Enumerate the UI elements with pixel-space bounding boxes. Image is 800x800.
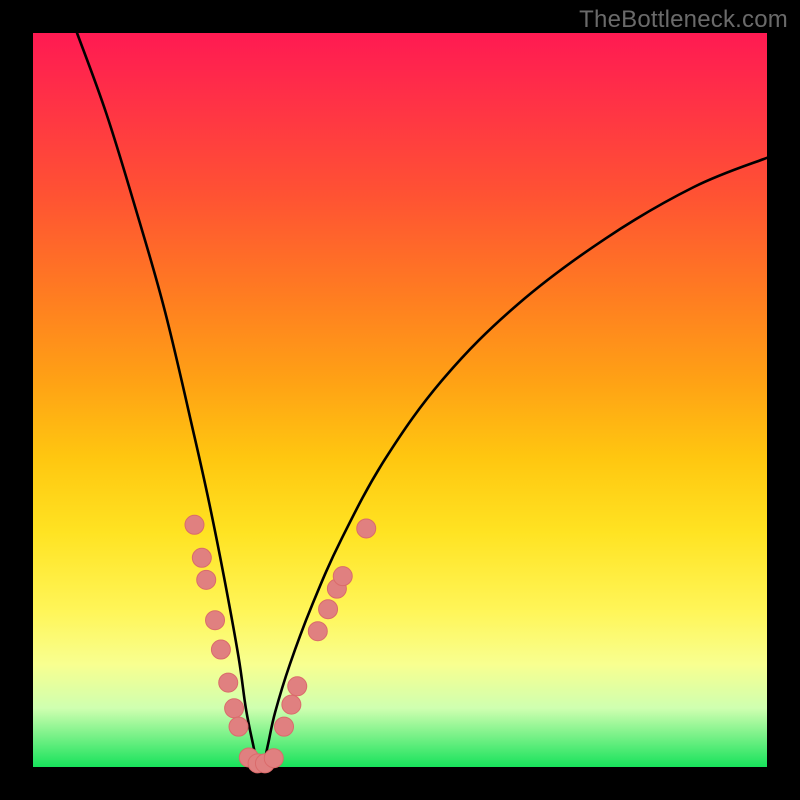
plot-area: [33, 33, 767, 767]
marker-dot: [225, 699, 244, 718]
marker-dot: [288, 677, 307, 696]
marker-dots: [185, 515, 376, 773]
marker-dot: [229, 717, 248, 736]
marker-dot: [197, 570, 216, 589]
marker-dot: [357, 519, 376, 538]
marker-dot: [308, 622, 327, 641]
attribution-text: TheBottleneck.com: [579, 6, 788, 34]
marker-dot: [333, 567, 352, 586]
bottleneck-curve: [77, 33, 767, 766]
marker-dot: [275, 717, 294, 736]
marker-dot: [185, 515, 204, 534]
marker-dot: [219, 673, 238, 692]
marker-dot: [211, 640, 230, 659]
marker-dot: [206, 611, 225, 630]
marker-dot: [192, 548, 211, 567]
marker-dot: [264, 749, 283, 768]
chart-stage: TheBottleneck.com: [0, 0, 800, 800]
marker-dot: [282, 695, 301, 714]
curve-layer: [33, 33, 767, 767]
marker-dot: [319, 600, 338, 619]
